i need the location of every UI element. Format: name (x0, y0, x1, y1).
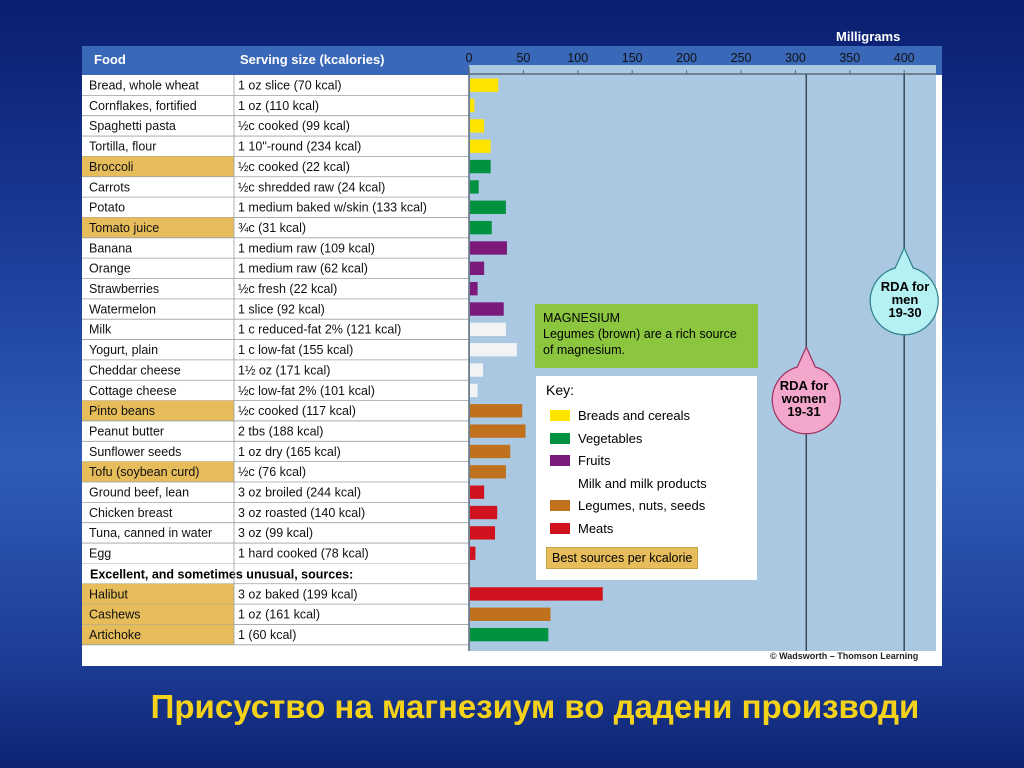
rda-women-marker: RDA for women 19-31 (762, 379, 846, 418)
rda-women-line3: 19-31 (787, 404, 821, 419)
credit-text: © Wadsworth – Thomson Learning (770, 651, 919, 661)
rda-men-marker: RDA for men 19-30 (864, 280, 946, 319)
slide-title: Присуство на магнезиум во дадени произво… (150, 688, 920, 725)
rda-men-line3: 19-30 (888, 305, 922, 320)
